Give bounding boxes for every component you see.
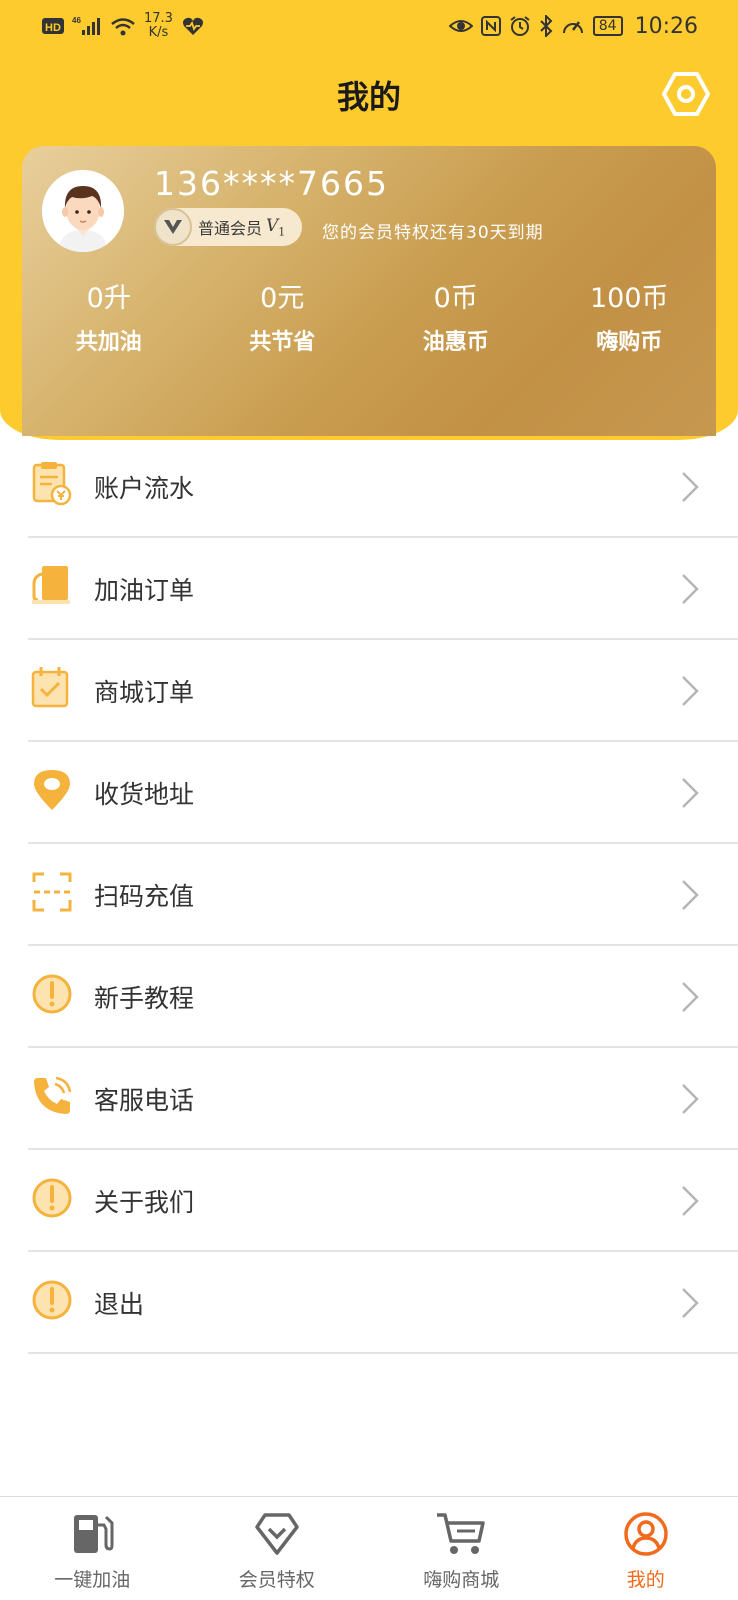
stat-oil-coins[interactable]: 0币 油惠币 xyxy=(369,276,543,356)
bottom-tab-bar: 一键加油 会员特权 嗨购商城 我的 xyxy=(0,1496,738,1600)
tab-shopping-mall[interactable]: 嗨购商城 xyxy=(369,1497,554,1600)
account-statement-icon xyxy=(32,462,72,506)
menu-item-label: 退出 xyxy=(94,1290,145,1319)
stat-label: 共节省 xyxy=(249,330,316,355)
speedometer-icon xyxy=(562,21,583,34)
phone-icon xyxy=(34,1076,72,1114)
menu-item-label: 新手教程 xyxy=(94,984,195,1013)
network-speed: 17.3 K/s xyxy=(144,12,173,40)
chevron-right-icon xyxy=(682,676,699,706)
stat-shopping-coins[interactable]: 100币 嗨购币 xyxy=(543,276,717,356)
menu-item-mall-orders[interactable]: 商城订单 xyxy=(28,640,738,742)
calendar-check-icon xyxy=(31,667,69,708)
chevron-right-icon xyxy=(682,472,699,502)
menu-list: 账户流水 加油订单 商城订单 收货地址 扫码充值 新手教程 客服电话 关于我们 … xyxy=(0,436,738,1354)
menu-item-label: 账户流水 xyxy=(94,474,195,503)
scan-icon xyxy=(32,872,72,912)
menu-item-label: 扫码充值 xyxy=(94,882,195,911)
chevron-right-icon xyxy=(682,880,699,910)
menu-item-customer-service[interactable]: 客服电话 xyxy=(28,1048,738,1150)
tab-mine[interactable]: 我的 xyxy=(554,1497,738,1600)
page-title: 我的 xyxy=(336,78,401,116)
chevron-right-icon xyxy=(682,982,699,1012)
settings-button[interactable] xyxy=(660,68,712,120)
tab-quick-refuel[interactable]: 一键加油 xyxy=(0,1497,185,1600)
nfc-icon xyxy=(480,16,501,36)
heart-rate-icon xyxy=(182,17,203,35)
stat-value: 0元 xyxy=(260,283,305,314)
svg-text:46: 46 xyxy=(72,16,81,25)
tab-member-privileges[interactable]: 会员特权 xyxy=(185,1497,370,1600)
member-level-code: V1 xyxy=(266,216,285,238)
vip-level-icon xyxy=(154,208,192,246)
level-code-number: 1 xyxy=(278,225,286,239)
network-speed-value: 17.3 xyxy=(144,11,173,26)
chevron-right-icon xyxy=(682,778,699,808)
user-circle-icon xyxy=(624,1512,668,1556)
tab-label: 会员特权 xyxy=(238,1569,315,1591)
hd-icon: HD xyxy=(42,18,64,34)
diamond-icon xyxy=(255,1513,299,1555)
location-pin-icon xyxy=(34,770,70,810)
hexagon-settings-icon xyxy=(662,72,710,116)
title-bar: 我的 xyxy=(0,62,738,132)
stat-label: 油惠币 xyxy=(422,330,489,355)
stat-value: 0币 xyxy=(433,283,478,314)
clock: 10:26 xyxy=(634,13,698,39)
svg-text:HD: HD xyxy=(45,22,61,34)
chevron-right-icon xyxy=(682,1084,699,1114)
menu-item-label: 收货地址 xyxy=(94,780,195,809)
member-card[interactable]: 136****7665 普通会员 V1 您的会员特权还有30天到期 0升 共加油… xyxy=(22,146,716,436)
menu-item-about-us[interactable]: 关于我们 xyxy=(28,1150,738,1252)
stat-label: 共加油 xyxy=(75,330,142,355)
membership-expire-note: 您的会员特权还有30天到期 xyxy=(322,223,544,243)
menu-item-beginner-tutorial[interactable]: 新手教程 xyxy=(28,946,738,1048)
status-bar: HD 46 17.3 K/s 84 10:26 xyxy=(0,0,738,52)
chevron-right-icon xyxy=(682,574,699,604)
bluetooth-icon xyxy=(540,15,553,37)
eye-icon xyxy=(448,20,473,32)
member-stats: 0升 共加油 0元 共节省 0币 油惠币 100币 嗨购币 xyxy=(22,276,716,356)
network-speed-unit: K/s xyxy=(148,25,169,40)
signal-icon: 46 xyxy=(72,16,100,35)
battery-indicator: 84 xyxy=(592,16,623,36)
exclamation-circle-icon xyxy=(32,1178,72,1218)
avatar[interactable] xyxy=(42,170,124,252)
menu-item-account-statement[interactable]: 账户流水 xyxy=(28,436,738,538)
member-level-name: 普通会员 xyxy=(198,219,263,238)
fuel-order-icon xyxy=(32,566,70,604)
menu-item-logout[interactable]: 退出 xyxy=(28,1252,738,1354)
cart-icon xyxy=(437,1513,485,1554)
fuel-pump-icon xyxy=(74,1515,114,1553)
chevron-right-icon xyxy=(682,1186,699,1216)
stat-total-saved[interactable]: 0元 共节省 xyxy=(196,276,370,356)
menu-item-fuel-orders[interactable]: 加油订单 xyxy=(28,538,738,640)
member-level-badge[interactable]: 普通会员 V1 xyxy=(154,208,302,246)
chevron-right-icon xyxy=(682,1288,699,1318)
exclamation-circle-icon xyxy=(32,1280,72,1320)
tab-label: 嗨购商城 xyxy=(423,1569,500,1591)
tab-label: 一键加油 xyxy=(54,1569,131,1591)
menu-item-shipping-address[interactable]: 收货地址 xyxy=(28,742,738,844)
alarm-icon xyxy=(510,16,530,36)
wifi-icon xyxy=(111,18,135,36)
stat-label: 嗨购币 xyxy=(596,330,663,355)
tab-label: 我的 xyxy=(626,1569,665,1591)
user-phone: 136****7665 xyxy=(154,164,389,203)
avatar-image xyxy=(42,170,124,252)
menu-item-label: 客服电话 xyxy=(94,1086,195,1115)
menu-item-label: 商城订单 xyxy=(94,678,195,707)
stat-value: 100币 xyxy=(589,283,669,314)
menu-item-label: 加油订单 xyxy=(94,576,195,605)
stat-total-fuel[interactable]: 0升 共加油 xyxy=(22,276,196,356)
menu-item-scan-recharge[interactable]: 扫码充值 xyxy=(28,844,738,946)
exclamation-circle-icon xyxy=(32,974,72,1014)
stat-value: 0升 xyxy=(86,283,131,314)
menu-item-label: 关于我们 xyxy=(94,1188,195,1217)
level-code-letter: V xyxy=(266,215,279,236)
